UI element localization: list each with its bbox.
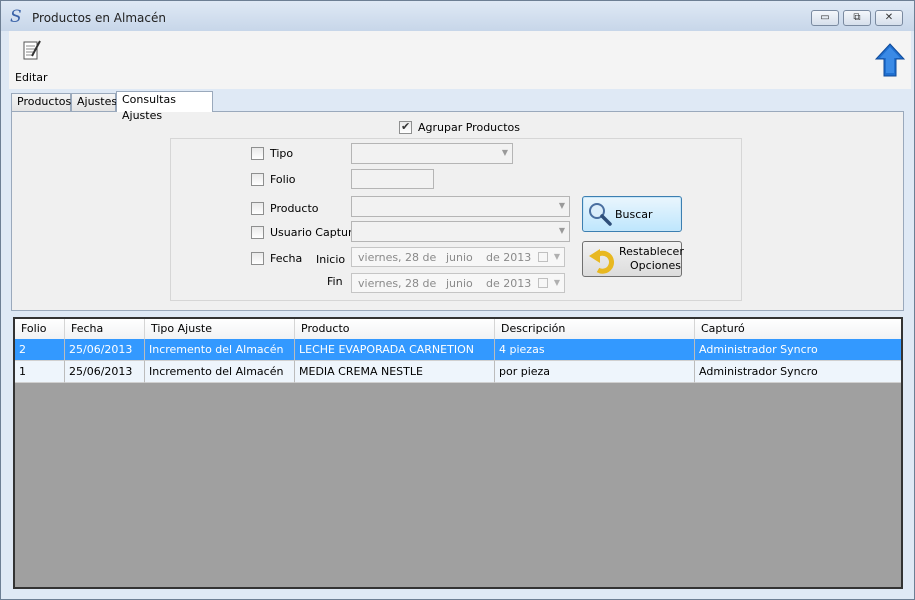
fecha-label: Fecha bbox=[270, 252, 303, 265]
producto-checkbox[interactable] bbox=[251, 202, 264, 215]
tab-label: Productos bbox=[17, 95, 72, 108]
chevron-down-icon: ▼ bbox=[558, 201, 565, 210]
edit-button[interactable]: Editar bbox=[15, 37, 51, 84]
column-header-producto[interactable]: Producto bbox=[295, 319, 495, 339]
column-header-fecha[interactable]: Fecha bbox=[65, 319, 145, 339]
fin-date-picker[interactable]: viernes , 28 de junio de 2013 ▼ bbox=[351, 273, 565, 293]
column-header-capturo[interactable]: Capturó bbox=[695, 319, 901, 339]
producto-label: Producto bbox=[270, 202, 319, 215]
fin-label: Fin bbox=[327, 275, 343, 288]
agrupar-label: Agrupar Productos bbox=[418, 121, 520, 134]
cell-tipo-ajuste: Incremento del Almacén bbox=[145, 361, 295, 383]
folio-label: Folio bbox=[270, 173, 296, 186]
consultas-panel: Agrupar Productos Tipo ▼ Folio Producto … bbox=[11, 111, 904, 311]
undo-arrow-icon bbox=[589, 249, 614, 274]
buscar-button[interactable]: Buscar bbox=[582, 196, 682, 232]
date-month: junio bbox=[446, 251, 473, 264]
date-year: de 2013 bbox=[486, 277, 532, 290]
magnifier-icon bbox=[589, 203, 612, 226]
arrow-up-icon[interactable] bbox=[875, 43, 905, 77]
chevron-down-icon: ▼ bbox=[553, 278, 560, 287]
chevron-down-icon: ▼ bbox=[553, 252, 560, 261]
tipo-select[interactable]: ▼ bbox=[351, 143, 513, 164]
edit-label: Editar bbox=[15, 71, 48, 84]
toolbar: Editar bbox=[9, 31, 911, 89]
cell-capturo: Administrador Syncro bbox=[695, 361, 901, 383]
cell-fecha: 25/06/2013 bbox=[65, 339, 145, 361]
cell-descripcion: 4 piezas bbox=[495, 339, 695, 361]
tab-productos[interactable]: Productos bbox=[11, 93, 71, 111]
folio-input[interactable] bbox=[351, 169, 434, 189]
cell-producto: MEDIA CREMA NESTLE bbox=[295, 361, 495, 383]
edit-notepad-icon bbox=[23, 40, 41, 60]
date-weekday: viernes bbox=[358, 277, 399, 290]
calendar-icon bbox=[538, 252, 548, 262]
agrupar-checkbox[interactable] bbox=[399, 120, 412, 134]
ajustes-grid[interactable]: Folio Fecha Tipo Ajuste Producto Descrip… bbox=[13, 317, 903, 589]
title-bar[interactable]: S Productos en Almacén ▭ ⧉ ✕ bbox=[1, 1, 914, 31]
close-button[interactable]: ✕ bbox=[875, 10, 903, 26]
table-row[interactable]: 2 25/06/2013 Incremento del Almacén LECH… bbox=[15, 339, 901, 361]
restablecer-button[interactable]: Restablecer Opciones bbox=[582, 241, 684, 277]
folio-checkbox[interactable] bbox=[251, 173, 264, 186]
inicio-label: Inicio bbox=[316, 253, 346, 266]
date-day: , 28 de bbox=[398, 277, 437, 290]
tipo-label: Tipo bbox=[270, 147, 294, 160]
close-icon: ✕ bbox=[884, 12, 894, 23]
cell-capturo: Administrador Syncro bbox=[695, 339, 901, 361]
cell-producto: LECHE EVAPORADA CARNETION bbox=[295, 339, 495, 361]
minimize-icon: ▭ bbox=[820, 12, 830, 23]
usuario-select[interactable]: ▼ bbox=[351, 221, 570, 242]
calendar-icon bbox=[538, 278, 548, 288]
restablecer-label-1: Restablecer bbox=[619, 245, 684, 258]
chevron-down-icon: ▼ bbox=[558, 226, 565, 235]
filter-group: Tipo ▼ Folio Producto ▼ Usuario Capturó … bbox=[170, 138, 742, 301]
usuario-label: Usuario Capturó bbox=[270, 226, 359, 239]
window-title: Productos en Almacén bbox=[32, 11, 166, 25]
column-header-descripcion[interactable]: Descripción bbox=[495, 319, 695, 339]
grid-header: Folio Fecha Tipo Ajuste Producto Descrip… bbox=[15, 319, 901, 339]
tab-label: Ajustes bbox=[77, 95, 118, 108]
tab-ajustes[interactable]: Ajustes bbox=[71, 93, 118, 111]
maximize-button[interactable]: ⧉ bbox=[843, 10, 871, 26]
date-year: de 2013 bbox=[486, 251, 532, 264]
fecha-checkbox[interactable] bbox=[251, 252, 264, 265]
date-day: , 28 de bbox=[398, 251, 437, 264]
tipo-checkbox[interactable] bbox=[251, 147, 264, 160]
date-weekday: viernes bbox=[358, 251, 399, 264]
table-row[interactable]: 1 25/06/2013 Incremento del Almacén MEDI… bbox=[15, 361, 901, 383]
app-logo-icon: S bbox=[10, 7, 22, 27]
cell-folio: 1 bbox=[15, 361, 65, 383]
date-month: junio bbox=[446, 277, 473, 290]
column-header-tipo-ajuste[interactable]: Tipo Ajuste bbox=[145, 319, 295, 339]
cell-fecha: 25/06/2013 bbox=[65, 361, 145, 383]
minimize-button[interactable]: ▭ bbox=[811, 10, 839, 26]
cell-descripcion: por pieza bbox=[495, 361, 695, 383]
tab-consultas-ajustes[interactable]: Consultas Ajustes bbox=[116, 91, 213, 122]
restablecer-label-2: Opciones bbox=[630, 259, 681, 272]
cell-folio: 2 bbox=[15, 339, 65, 361]
usuario-checkbox[interactable] bbox=[251, 226, 264, 239]
column-header-folio[interactable]: Folio bbox=[15, 319, 65, 339]
cell-tipo-ajuste: Incremento del Almacén bbox=[145, 339, 295, 361]
producto-select[interactable]: ▼ bbox=[351, 196, 570, 217]
chevron-down-icon: ▼ bbox=[501, 148, 508, 157]
restore-icon: ⧉ bbox=[853, 12, 861, 23]
inicio-date-picker[interactable]: viernes , 28 de junio de 2013 ▼ bbox=[351, 247, 565, 267]
main-window: S Productos en Almacén ▭ ⧉ ✕ Editar Prod… bbox=[0, 0, 915, 600]
buscar-label: Buscar bbox=[615, 208, 653, 221]
